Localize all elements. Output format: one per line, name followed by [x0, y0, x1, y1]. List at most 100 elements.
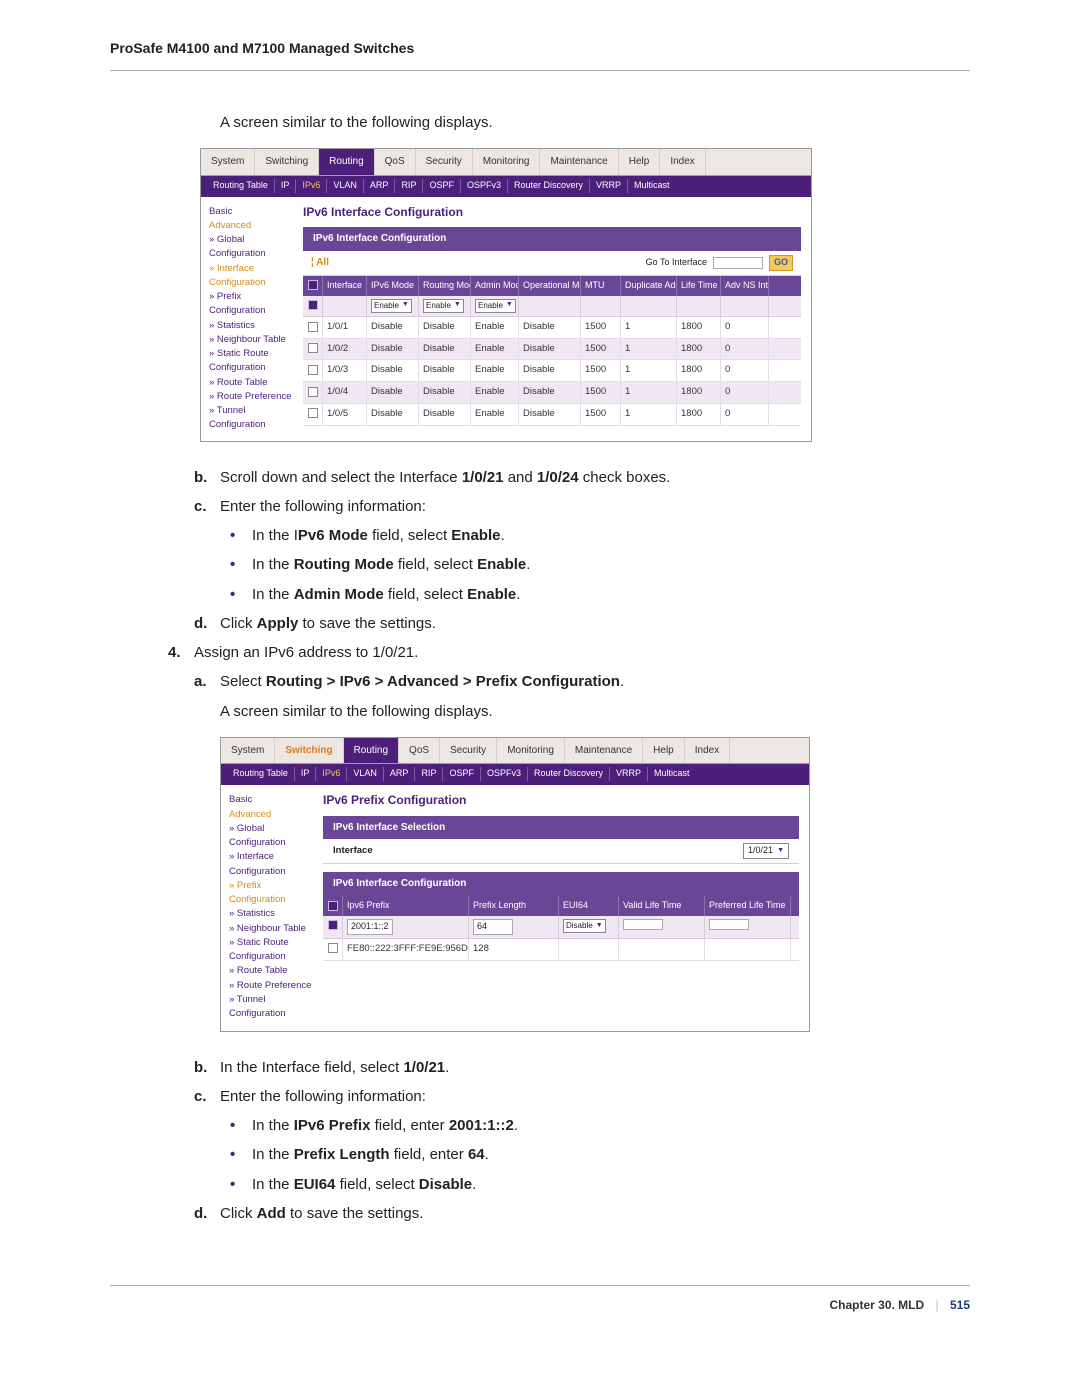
filter-checkbox[interactable]: [308, 300, 318, 310]
sidebar-item[interactable]: » Neighbour Table: [209, 333, 293, 347]
go-button[interactable]: GO: [769, 255, 793, 271]
row-checkbox[interactable]: [308, 343, 318, 353]
sidebar-item[interactable]: » Static Route: [229, 936, 313, 950]
cell: Disable: [519, 360, 581, 381]
bullet-icon: •: [230, 553, 252, 576]
sidebar-item[interactable]: » Global: [209, 233, 293, 247]
all-filter-label[interactable]: ¦ All: [311, 255, 329, 271]
subnav-ospfv3[interactable]: OSPFv3: [461, 179, 508, 193]
table-header-row: Ipv6 PrefixPrefix LengthEUI64Valid Life …: [323, 896, 799, 916]
sidebar-item[interactable]: » Route Table: [229, 964, 313, 978]
row-checkbox[interactable]: [328, 943, 338, 953]
filter-select[interactable]: Enable: [475, 299, 516, 313]
sidebar-item[interactable]: » Static Route: [209, 347, 293, 361]
sidebar-item[interactable]: » Route Preference: [209, 390, 293, 404]
tab-system[interactable]: System: [221, 738, 275, 764]
cell: 1800: [677, 404, 721, 425]
sidebar-item[interactable]: » Statistics: [209, 319, 293, 333]
step-d-marker: d.: [194, 612, 220, 635]
bullet-icon: •: [230, 1114, 252, 1137]
sidebar-item[interactable]: » Neighbour Table: [229, 922, 313, 936]
row-checkbox[interactable]: [308, 365, 318, 375]
row-checkbox[interactable]: [308, 322, 318, 332]
row-checkbox[interactable]: [308, 387, 318, 397]
subnav-routing-table[interactable]: Routing Table: [207, 179, 275, 193]
subnav-ospf[interactable]: OSPF: [423, 179, 461, 193]
sidebar-item[interactable]: Basic: [229, 793, 313, 807]
table-row: 1/0/2DisableDisableEnableDisable15001180…: [303, 339, 801, 361]
sidebar-item[interactable]: » Route Table: [209, 376, 293, 390]
tab-switching[interactable]: Switching: [255, 149, 319, 175]
tab-help[interactable]: Help: [643, 738, 685, 764]
subnav-rip[interactable]: RIP: [395, 179, 423, 193]
filter-checkbox[interactable]: [328, 920, 338, 930]
subnav-ip[interactable]: IP: [295, 767, 317, 781]
filter-input[interactable]: [623, 919, 663, 930]
tab-index[interactable]: Index: [685, 738, 730, 764]
cell: Disable: [367, 360, 419, 381]
sidebar-item[interactable]: » Route Preference: [229, 979, 313, 993]
subnav-ospfv3[interactable]: OSPFv3: [481, 767, 528, 781]
tab-qos[interactable]: QoS: [399, 738, 440, 764]
subnav-multicast[interactable]: Multicast: [648, 767, 696, 781]
table-filter-row[interactable]: 2001:1::2 64 Disable: [323, 916, 799, 939]
tab-monitoring[interactable]: Monitoring: [473, 149, 541, 175]
eui64-select[interactable]: Disable: [563, 919, 606, 933]
tab-security[interactable]: Security: [440, 738, 497, 764]
subnav-router-discovery[interactable]: Router Discovery: [528, 767, 610, 781]
tab-maintenance[interactable]: Maintenance: [540, 149, 618, 175]
side-menu: BasicAdvanced» Global Configuration» Int…: [201, 197, 293, 441]
filter-input[interactable]: 2001:1::2: [347, 919, 393, 935]
sidebar-item[interactable]: Basic: [209, 205, 293, 219]
subnav-vlan[interactable]: VLAN: [347, 767, 384, 781]
intro-text-2: A screen similar to the following displa…: [220, 700, 970, 723]
sidebar-item[interactable]: » Statistics: [229, 907, 313, 921]
sidebar-item[interactable]: Advanced: [209, 219, 293, 233]
table-filter-row[interactable]: Enable Enable Enable: [303, 296, 801, 317]
sidebar-item[interactable]: » Global: [229, 822, 313, 836]
tab-routing[interactable]: Routing: [319, 149, 374, 175]
subnav-ipv6[interactable]: IPv6: [316, 767, 347, 781]
sidebar-item[interactable]: » Tunnel: [229, 993, 313, 1007]
tab-monitoring[interactable]: Monitoring: [497, 738, 565, 764]
subnav-rip[interactable]: RIP: [415, 767, 443, 781]
filter-select[interactable]: Enable: [371, 299, 412, 313]
subnav-ipv6[interactable]: IPv6: [296, 179, 327, 193]
tab-switching[interactable]: Switching: [275, 738, 343, 764]
tab-maintenance[interactable]: Maintenance: [565, 738, 643, 764]
sidebar-item[interactable]: » Interface: [209, 262, 293, 276]
cell: FE80::222:3FFF:FE9E:956D: [343, 939, 469, 960]
row-checkbox[interactable]: [308, 408, 318, 418]
filter-select[interactable]: Enable: [423, 299, 464, 313]
filter-input[interactable]: 64: [473, 919, 513, 935]
tab-security[interactable]: Security: [416, 149, 473, 175]
bullet-ipv6-prefix: In the IPv6 Prefix field, enter 2001:1::…: [252, 1114, 518, 1137]
subnav-multicast[interactable]: Multicast: [628, 179, 676, 193]
sidebar-item[interactable]: » Interface: [229, 850, 313, 864]
tab-system[interactable]: System: [201, 149, 255, 175]
sidebar-item[interactable]: » Tunnel: [209, 404, 293, 418]
subnav-vrrp[interactable]: VRRP: [590, 179, 628, 193]
tab-routing[interactable]: Routing: [344, 738, 399, 764]
subnav-vlan[interactable]: VLAN: [327, 179, 364, 193]
select-all-checkbox[interactable]: [308, 280, 318, 290]
select-all-checkbox[interactable]: [328, 901, 338, 911]
interface-select[interactable]: 1/0/21: [743, 843, 789, 859]
step-4b-marker: b.: [194, 1056, 220, 1079]
subnav-routing-table[interactable]: Routing Table: [227, 767, 295, 781]
subnav-arp[interactable]: ARP: [364, 179, 396, 193]
subnav-ospf[interactable]: OSPF: [443, 767, 481, 781]
sidebar-item[interactable]: » Prefix: [229, 879, 313, 893]
goto-interface-input[interactable]: [713, 257, 763, 269]
tab-qos[interactable]: QoS: [375, 149, 416, 175]
sidebar-item[interactable]: Advanced: [229, 808, 313, 822]
subnav-vrrp[interactable]: VRRP: [610, 767, 648, 781]
tab-index[interactable]: Index: [660, 149, 705, 175]
subnav-arp[interactable]: ARP: [384, 767, 416, 781]
subnav-router-discovery[interactable]: Router Discovery: [508, 179, 590, 193]
sidebar-item[interactable]: » Prefix: [209, 290, 293, 304]
subnav-ip[interactable]: IP: [275, 179, 297, 193]
tab-help[interactable]: Help: [619, 149, 661, 175]
bullet-icon: •: [230, 524, 252, 547]
filter-input[interactable]: [709, 919, 749, 930]
